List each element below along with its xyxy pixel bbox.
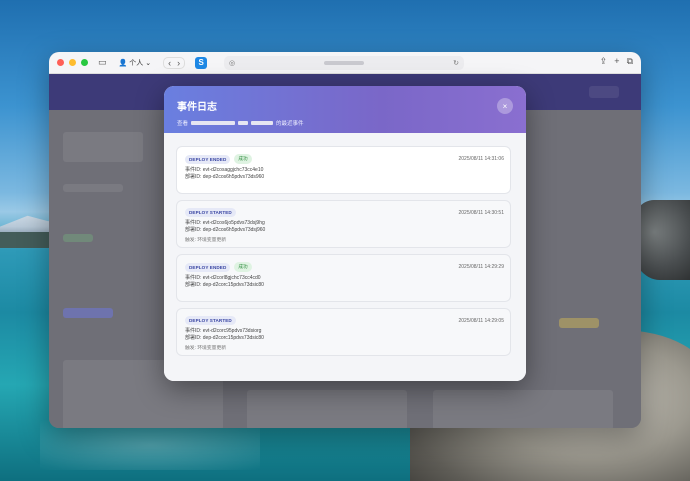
event-type-badge: DEPLOY ENDED: [185, 154, 231, 164]
event-item: DEPLOY ENDED 成功 2025/08/11 14:29:29 事件ID…: [176, 254, 511, 302]
browser-titlebar: ▭ 👤 个人 ⌄ ‹ › S ◎ ↻ ⇪ + ⧉: [49, 52, 641, 74]
subtitle-prefix: 查看: [177, 121, 189, 127]
event-type-badge: DEPLOY STARTED: [185, 208, 236, 217]
backdrop-text: [63, 184, 123, 192]
redacted-service-name: [191, 121, 236, 125]
event-item: DEPLOY STARTED 2025/08/11 14:29:05 事件ID:…: [176, 308, 511, 356]
event-log-modal: 事件日志 查看 的最近事件 × DEPLOY ENDED 成功 2025/08/…: [164, 86, 526, 381]
address-bar[interactable]: ◎ ↻: [224, 56, 464, 70]
close-window-button[interactable]: [57, 59, 64, 66]
backdrop-card: [63, 132, 143, 162]
new-tab-icon[interactable]: +: [614, 56, 619, 67]
modal-header: 事件日志 查看 的最近事件 ×: [164, 86, 526, 133]
deploy-id: 部署ID: dep-d2cos6h5pdvs73ds960: [185, 173, 265, 180]
event-list[interactable]: DEPLOY ENDED 成功 2025/08/11 14:31:06 事件ID…: [164, 133, 526, 381]
event-item: DEPLOY STARTED 2025/08/11 14:30:51 事件ID:…: [176, 200, 511, 248]
subtitle-suffix: 的最近事件: [276, 121, 304, 127]
event-timestamp: 2025/08/11 14:29:29: [458, 264, 504, 270]
share-icon[interactable]: ⇪: [600, 56, 608, 67]
history-nav: ‹ ›: [163, 56, 186, 69]
toolbar-actions: ⇪ + ⧉: [600, 56, 633, 67]
url-text: [324, 61, 364, 65]
back-icon[interactable]: ‹: [168, 58, 171, 68]
modal-subtitle: 查看 的最近事件: [177, 119, 514, 127]
backdrop-panel: [433, 390, 613, 428]
extension-icon[interactable]: S: [195, 56, 208, 69]
redacted-service-name: [251, 121, 274, 125]
status-badge: 成功: [234, 154, 252, 164]
modal-title: 事件日志: [177, 102, 217, 113]
event-timestamp: 2025/08/11 14:29:05: [458, 318, 504, 324]
minimize-window-button[interactable]: [69, 59, 76, 66]
redacted-service-name: [238, 121, 249, 125]
deploy-id: 部署ID: dep-d2corc15pdvs73dsic80: [185, 281, 264, 288]
zoom-window-button[interactable]: [81, 59, 88, 66]
close-button[interactable]: ×: [497, 98, 513, 114]
deploy-id: 部署ID: dep-d2corc15pdvs73dsic80: [185, 334, 264, 341]
forward-icon[interactable]: ›: [177, 58, 180, 68]
backdrop-badge: [559, 318, 599, 328]
event-type-badge: DEPLOY ENDED: [185, 262, 231, 272]
backdrop-badge: [63, 234, 93, 242]
event-timestamp: 2025/08/11 14:31:06: [458, 156, 504, 162]
chevron-down-icon: ⌄: [145, 59, 152, 67]
event-type-badge: DEPLOY STARTED: [185, 316, 236, 325]
close-icon: ×: [502, 101, 508, 111]
backdrop-button: [63, 308, 113, 318]
window-controls: [57, 59, 88, 66]
backdrop-header-button: [589, 86, 619, 98]
backdrop-panel: [247, 390, 407, 428]
deploy-id: 部署ID: dep-d2cos6h5pdvs73dsj960: [185, 226, 266, 233]
status-badge: 成功: [234, 262, 252, 272]
sidebar-toggle-icon[interactable]: ▭: [98, 58, 107, 67]
privacy-shield-icon: ◎: [229, 60, 236, 67]
event-timestamp: 2025/08/11 14:30:51: [458, 210, 504, 216]
profile-label: 个人: [129, 59, 144, 67]
profile-switcher[interactable]: 👤 个人 ⌄: [115, 57, 156, 69]
event-trigger: 触发: 环境变量更新: [185, 238, 227, 243]
event-trigger: 触发: 环境变量更新: [185, 346, 227, 351]
person-icon: 👤: [118, 59, 128, 67]
tab-overview-icon[interactable]: ⧉: [627, 56, 633, 67]
reload-icon[interactable]: ↻: [453, 59, 459, 67]
event-item: DEPLOY ENDED 成功 2025/08/11 14:31:06 事件ID…: [176, 146, 511, 194]
